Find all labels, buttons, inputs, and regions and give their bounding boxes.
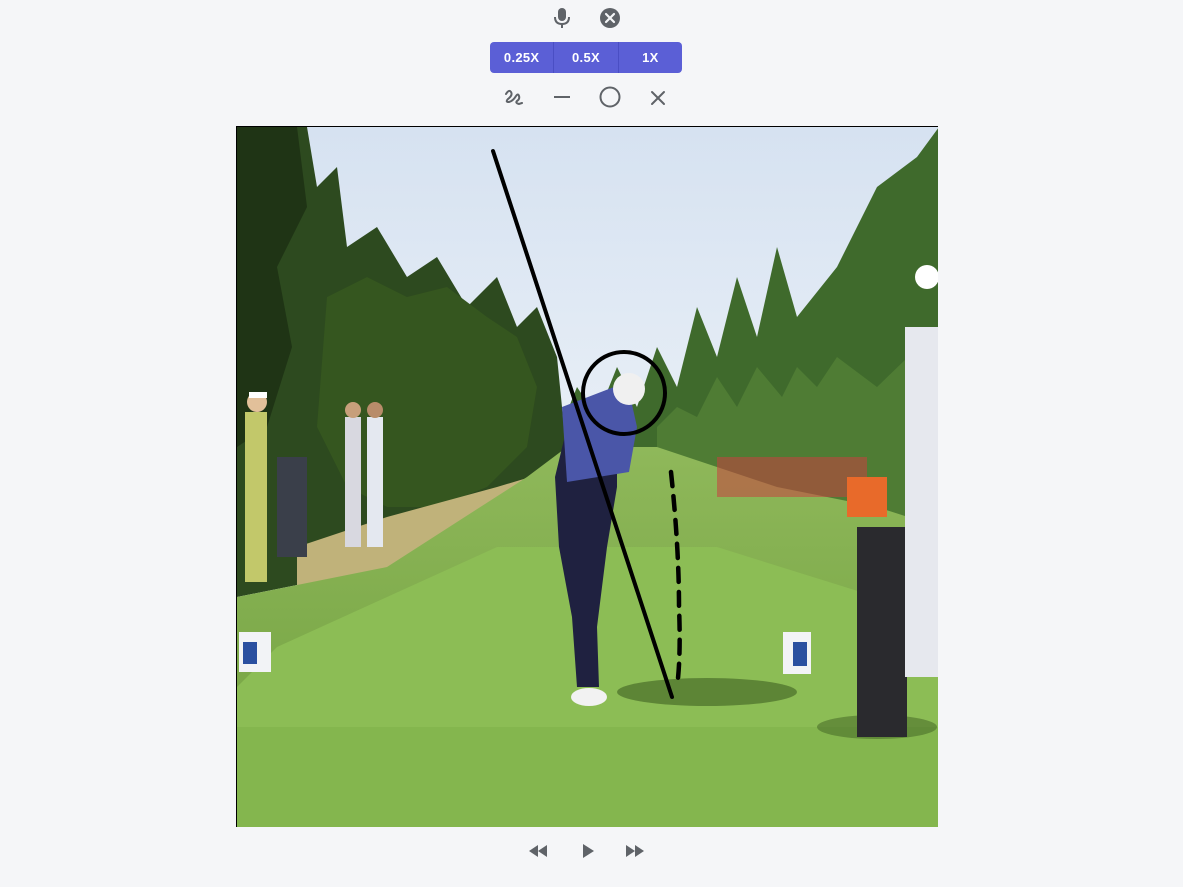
line-tool-icon[interactable] xyxy=(549,84,575,110)
close-circle-icon[interactable] xyxy=(597,5,623,31)
play-icon[interactable] xyxy=(575,838,601,864)
top-controls xyxy=(0,5,1183,31)
speed-button-1x[interactable]: 1X xyxy=(618,42,682,73)
drawing-toolbar xyxy=(0,84,1183,112)
freehand-draw-icon[interactable] xyxy=(501,84,527,110)
speed-button-05x[interactable]: 0.5X xyxy=(554,42,619,73)
playback-controls xyxy=(0,838,1183,864)
clear-drawing-icon[interactable] xyxy=(645,84,671,110)
rewind-icon[interactable] xyxy=(525,838,551,864)
golf-swing-video xyxy=(237,127,938,827)
circle-tool-icon[interactable] xyxy=(597,84,623,110)
video-player[interactable] xyxy=(236,126,938,827)
speed-button-025x[interactable]: 0.25X xyxy=(490,42,555,73)
playback-speed-group: 0.25X 0.5X 1X xyxy=(490,42,682,73)
fast-forward-icon[interactable] xyxy=(622,838,648,864)
microphone-icon[interactable] xyxy=(549,5,575,31)
